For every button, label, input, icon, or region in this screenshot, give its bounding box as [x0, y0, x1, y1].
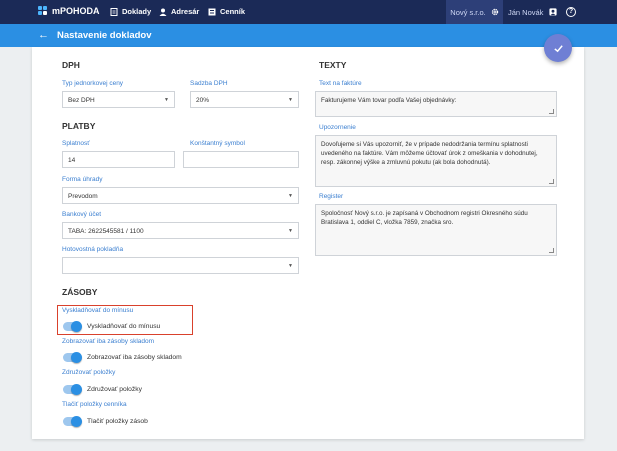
- resize-grip-icon[interactable]: [549, 248, 554, 253]
- unit-price-type-label: Typ jednorkovej ceny: [62, 80, 124, 87]
- vat-rate-value: 20%: [196, 97, 210, 104]
- person-icon: [159, 8, 167, 16]
- only-in-stock-label: Zobrazovať iba zásoby skladom: [62, 338, 155, 345]
- group-items-toggle-text: Združovať položky: [87, 386, 142, 393]
- nav-doklady[interactable]: Doklady: [110, 7, 151, 16]
- page-title: Nastavenie dokladov: [57, 30, 152, 41]
- only-in-stock-toggle-text: Zobrazovať iba zásoby skladom: [87, 354, 182, 361]
- company-name: Nový s.r.o.: [450, 7, 486, 17]
- only-in-stock-toggle[interactable]: [63, 352, 82, 363]
- invoice-text-label: Text na faktúre: [319, 80, 362, 87]
- help-icon[interactable]: ?: [566, 7, 576, 17]
- due-days-label: Splatnosť: [62, 140, 90, 147]
- chevron-down-icon: ▼: [288, 97, 293, 103]
- nav-cennik[interactable]: Cenník: [208, 7, 245, 16]
- constant-symbol-input[interactable]: [183, 151, 299, 168]
- bank-account-label: Bankový účet: [62, 211, 102, 218]
- chevron-down-icon: ▼: [288, 263, 293, 269]
- highlight-box: [57, 305, 193, 335]
- check-icon: [553, 44, 563, 52]
- chevron-down-icon: ▼: [288, 228, 293, 234]
- account-icon: [549, 8, 558, 16]
- print-items-label: Tlačiť položky cenníka: [62, 401, 127, 408]
- nav-adresar-label: Adresár: [171, 7, 200, 16]
- section-platby-heading: PLATBY: [62, 121, 96, 131]
- user-name: Ján Novák: [508, 7, 544, 17]
- toggle-knob: [71, 416, 82, 427]
- payment-method-value: Prevodom: [68, 193, 98, 200]
- bank-account-select[interactable]: TABA: 2622545581 / 1100 ▼: [62, 222, 299, 239]
- warning-textarea[interactable]: Dovoľujeme si Vás upozorniť, že v prípad…: [315, 135, 557, 187]
- warning-label: Upozornenie: [319, 124, 356, 131]
- user-menu[interactable]: Ján Novák: [508, 0, 558, 24]
- print-items-toggle-text: Tlačiť položky zásob: [87, 418, 148, 425]
- nav-adresar[interactable]: Adresár: [159, 7, 199, 16]
- page-header: ← Nastavenie dokladov: [0, 24, 617, 47]
- resize-grip-icon[interactable]: [549, 179, 554, 184]
- due-days-value: 14: [68, 157, 76, 164]
- top-navigation-bar: mPOHODA Doklady Adresár Cenník Nový s.r.…: [0, 0, 617, 24]
- bank-account-value: TABA: 2622545581 / 1100: [68, 228, 144, 235]
- invoice-text-textarea[interactable]: Fakturujeme Vám tovar podľa Vašej objedn…: [315, 91, 557, 117]
- cash-register-label: Hotovostná pokladňa: [62, 246, 124, 253]
- unit-price-type-select[interactable]: Bez DPH ▼: [62, 91, 175, 108]
- constant-symbol-label: Konštantný symbol: [190, 140, 245, 147]
- nav-doklady-label: Doklady: [122, 7, 152, 16]
- unit-price-type-value: Bez DPH: [68, 97, 95, 104]
- toggle-knob: [71, 384, 82, 395]
- payment-method-label: Forma úhrady: [62, 176, 103, 183]
- chevron-down-icon: ▼: [288, 193, 293, 199]
- resize-grip-icon[interactable]: [549, 109, 554, 114]
- logo-icon: [38, 6, 48, 16]
- group-items-label: Združovať položky: [62, 369, 116, 376]
- nav-cennik-label: Cenník: [220, 7, 246, 16]
- app-logo[interactable]: mPOHODA: [38, 6, 100, 16]
- section-texty-heading: TEXTY: [319, 60, 347, 70]
- toggle-knob: [71, 352, 82, 363]
- due-days-input[interactable]: 14: [62, 151, 175, 168]
- print-items-toggle[interactable]: [63, 416, 82, 427]
- warning-value: Dovoľujeme si Vás upozorniť, že v prípad…: [321, 141, 538, 166]
- register-label: Register: [319, 193, 344, 200]
- register-value: Spoločnosť Nový s.r.o. je zapísaná v Obc…: [321, 210, 528, 226]
- back-arrow-icon[interactable]: ←: [38, 29, 49, 41]
- register-textarea[interactable]: Spoločnosť Nový s.r.o. je zapísaná v Obc…: [315, 204, 557, 256]
- save-button[interactable]: [544, 34, 572, 62]
- documents-icon: [110, 7, 118, 16]
- chevron-down-icon: ▼: [164, 97, 169, 103]
- price-list-icon: [208, 8, 216, 15]
- section-zasoby-heading: ZÁSOBY: [62, 287, 98, 297]
- invoice-text-value: Fakturujeme Vám tovar podľa Vašej objedn…: [321, 97, 457, 104]
- group-items-toggle[interactable]: [63, 384, 82, 395]
- vat-rate-select[interactable]: 20% ▼: [190, 91, 299, 108]
- gear-icon[interactable]: [491, 8, 499, 16]
- app-name: mPOHODA: [52, 6, 100, 16]
- vat-rate-label: Sadzba DPH: [190, 80, 228, 87]
- payment-method-select[interactable]: Prevodom ▼: [62, 187, 299, 204]
- cash-register-select[interactable]: ▼: [62, 257, 299, 274]
- company-selector[interactable]: Nový s.r.o.: [446, 0, 503, 24]
- section-dph-heading: DPH: [62, 60, 80, 70]
